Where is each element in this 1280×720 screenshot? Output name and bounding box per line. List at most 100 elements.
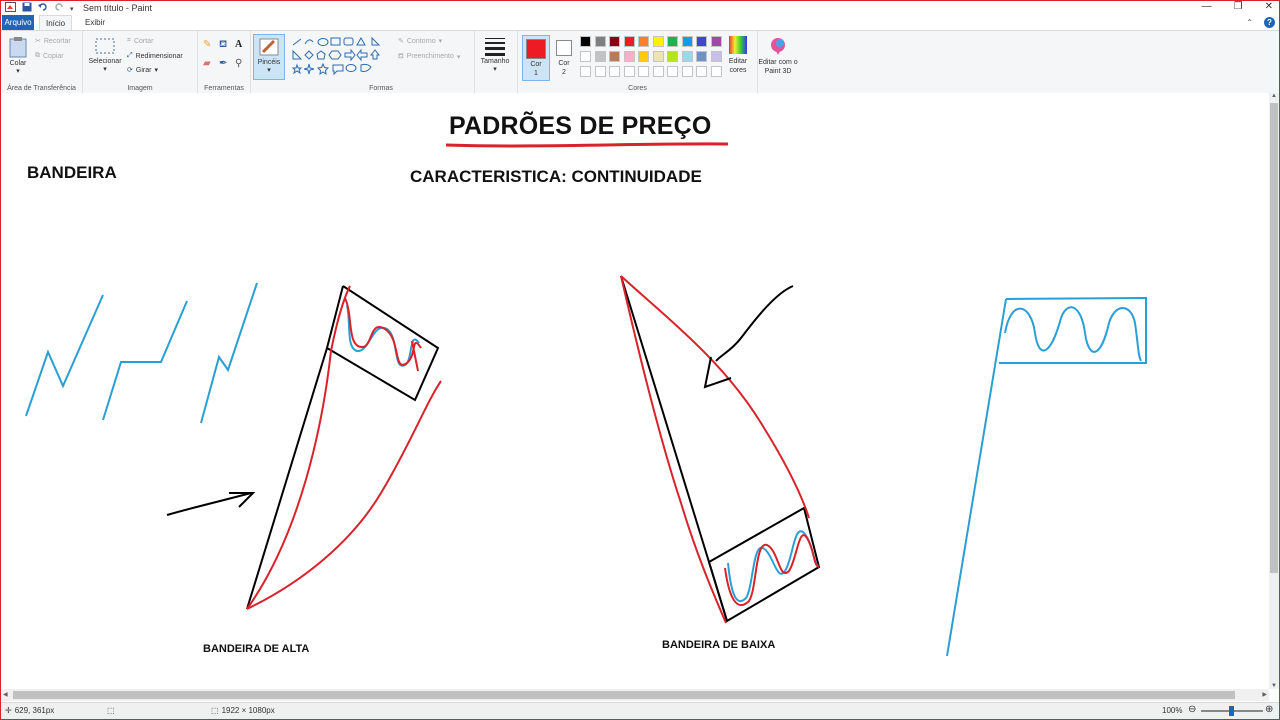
palette-swatch[interactable] <box>652 51 664 62</box>
group-label-colors: Cores <box>628 85 647 92</box>
help-icon[interactable]: ? <box>1264 17 1275 28</box>
copy-icon: ⧉ <box>35 52 40 59</box>
paste-label: Colar <box>9 60 27 67</box>
flag-illustration <box>946 296 1147 657</box>
horizontal-scroll-thumb[interactable] <box>13 691 1235 699</box>
palette-swatch[interactable] <box>609 51 620 62</box>
palette-swatch[interactable] <box>696 51 707 62</box>
size-button[interactable]: Tamanho ▾ <box>477 36 513 73</box>
palette-swatch[interactable] <box>580 36 591 47</box>
palette-swatch[interactable] <box>623 51 635 62</box>
vertical-scrollbar[interactable]: ▲ ▼ <box>1269 93 1279 689</box>
palette-swatch[interactable] <box>594 51 606 62</box>
palette-swatch[interactable] <box>652 66 664 77</box>
close-button[interactable]: ✕ <box>1265 1 1273 12</box>
palette-swatch[interactable] <box>696 66 707 77</box>
scroll-up-icon[interactable]: ▲ <box>1271 93 1277 99</box>
vertical-scroll-thumb[interactable] <box>1270 103 1278 573</box>
pencil-icon[interactable]: ✎ <box>203 39 219 52</box>
palette-swatch[interactable] <box>638 36 649 47</box>
color1-swatch <box>526 39 546 59</box>
tab-inicio[interactable]: Início <box>39 15 73 31</box>
color-picker-icon[interactable]: ✒ <box>219 58 235 69</box>
palette-swatch[interactable] <box>681 66 693 77</box>
qat-dropdown-icon[interactable]: ▾ <box>70 5 74 13</box>
palette-swatch[interactable] <box>609 66 620 77</box>
palette-swatch[interactable] <box>594 36 606 47</box>
palette-swatch[interactable] <box>580 51 591 62</box>
palette-swatch[interactable] <box>652 36 664 47</box>
scroll-down-icon[interactable]: ▼ <box>1271 683 1277 689</box>
tab-exibir[interactable]: Exibir <box>79 15 111 30</box>
zoom-slider-handle[interactable] <box>1229 706 1234 716</box>
color2-swatch <box>556 40 572 56</box>
select-button[interactable]: Selecionar ▾ <box>86 36 124 73</box>
chevron-up-icon[interactable]: ⌃ <box>1246 18 1253 27</box>
color2-button[interactable]: Cor 2 <box>551 35 577 79</box>
ribbon-tabs: Arquivo Início Exibir ⌃ ? <box>1 15 1279 31</box>
fill-bucket-icon[interactable]: ⛾ <box>219 39 235 52</box>
palette-swatch[interactable] <box>623 36 635 47</box>
zoom-level: 100% <box>1162 706 1183 715</box>
save-icon[interactable] <box>22 2 32 15</box>
zoom-out-icon[interactable]: ⊖ <box>1188 704 1196 715</box>
redo-icon[interactable] <box>54 2 64 15</box>
edit-colors-button[interactable]: Editar cores <box>723 35 753 75</box>
palette-swatch[interactable] <box>609 36 620 47</box>
brushes-button[interactable]: Pincéis ▾ <box>253 34 285 80</box>
crop-button[interactable]: ⌗ Cortar <box>127 37 153 45</box>
caption-bear-flag: BANDEIRA DE BAIXA <box>662 639 776 651</box>
fill-button[interactable]: ⛾ Preenchimento ▾ <box>398 52 460 61</box>
tab-arquivo[interactable]: Arquivo <box>2 15 34 30</box>
fill-icon: ⛾ <box>398 53 404 60</box>
palette-swatch[interactable] <box>667 66 678 77</box>
horizontal-scrollbar[interactable]: ◀ ▶ <box>1 689 1269 701</box>
cut-button[interactable]: ✂ Recortar <box>35 37 71 46</box>
scroll-left-icon[interactable]: ◀ <box>3 691 8 698</box>
copy-button[interactable]: ⧉ Copiar <box>35 52 64 60</box>
cursor-position: ✛ 629, 361px <box>5 706 55 715</box>
undo-icon[interactable] <box>38 2 48 15</box>
palette-swatch[interactable] <box>710 51 722 62</box>
group-shapes: ✎ Contorno ▾ ⛾ Preenchimento ▾ Formas <box>288 31 475 93</box>
paint3d-icon <box>771 38 785 55</box>
scroll-right-icon[interactable]: ▶ <box>1262 691 1267 698</box>
minimize-button[interactable]: — <box>1202 1 1212 12</box>
palette-swatch[interactable] <box>594 66 606 77</box>
text-icon[interactable]: A <box>235 39 251 52</box>
page-heading: PADRÕES DE PREÇO <box>449 112 712 140</box>
maximize-button[interactable]: ❐ <box>1234 1 1243 12</box>
rotate-button[interactable]: ⟳ Girar ▾ <box>127 66 158 75</box>
drawing-canvas[interactable]: PADRÕES DE PREÇO BANDEIRA CARACTERISTICA… <box>1 93 1269 689</box>
status-bar: ✛ 629, 361px ⬚ ⬚ 1922 × 1080px 100% ⊖ ⊕ <box>1 702 1279 719</box>
eraser-icon[interactable]: ▰ <box>203 58 219 69</box>
caption-bull-flag: BANDEIRA DE ALTA <box>203 643 310 655</box>
window-title: Sem título - Paint <box>83 3 153 13</box>
outline-button[interactable]: ✎ Contorno ▾ <box>398 37 442 46</box>
image-size-icon: ⬚ <box>211 706 219 715</box>
paint3d-button[interactable]: Editar com o Paint 3D <box>758 36 798 76</box>
chevron-down-icon: ▾ <box>16 68 20 75</box>
scissors-icon: ✂ <box>35 38 41 45</box>
palette-swatch[interactable] <box>580 66 591 77</box>
shapes-gallery-icon[interactable] <box>291 37 387 77</box>
palette-swatch[interactable] <box>710 66 722 77</box>
color1-button[interactable]: Cor 1 <box>522 35 550 81</box>
crosshair-icon: ✛ <box>5 706 12 715</box>
sub-heading: CARACTERISTICA: CONTINUIDADE <box>410 167 702 186</box>
palette-swatch[interactable] <box>696 36 707 47</box>
magnifier-icon[interactable]: ⚲ <box>235 58 251 69</box>
paste-button[interactable]: Colar ▾ <box>5 36 31 75</box>
palette-swatch[interactable] <box>681 36 693 47</box>
palette-swatch[interactable] <box>638 66 649 77</box>
selection-size-icon: ⬚ <box>107 706 115 715</box>
palette-swatch[interactable] <box>623 66 635 77</box>
palette-swatch[interactable] <box>710 36 722 47</box>
palette-swatch[interactable] <box>638 51 649 62</box>
ribbon: Colar ▾ ✂ Recortar ⧉ Copiar Área de Transf… <box>1 30 1279 94</box>
palette-swatch[interactable] <box>667 51 678 62</box>
zoom-in-icon[interactable]: ⊕ <box>1265 704 1273 715</box>
palette-swatch[interactable] <box>681 51 693 62</box>
palette-swatch[interactable] <box>667 36 678 47</box>
resize-button[interactable]: ⤢ Redimensionar <box>127 52 183 60</box>
